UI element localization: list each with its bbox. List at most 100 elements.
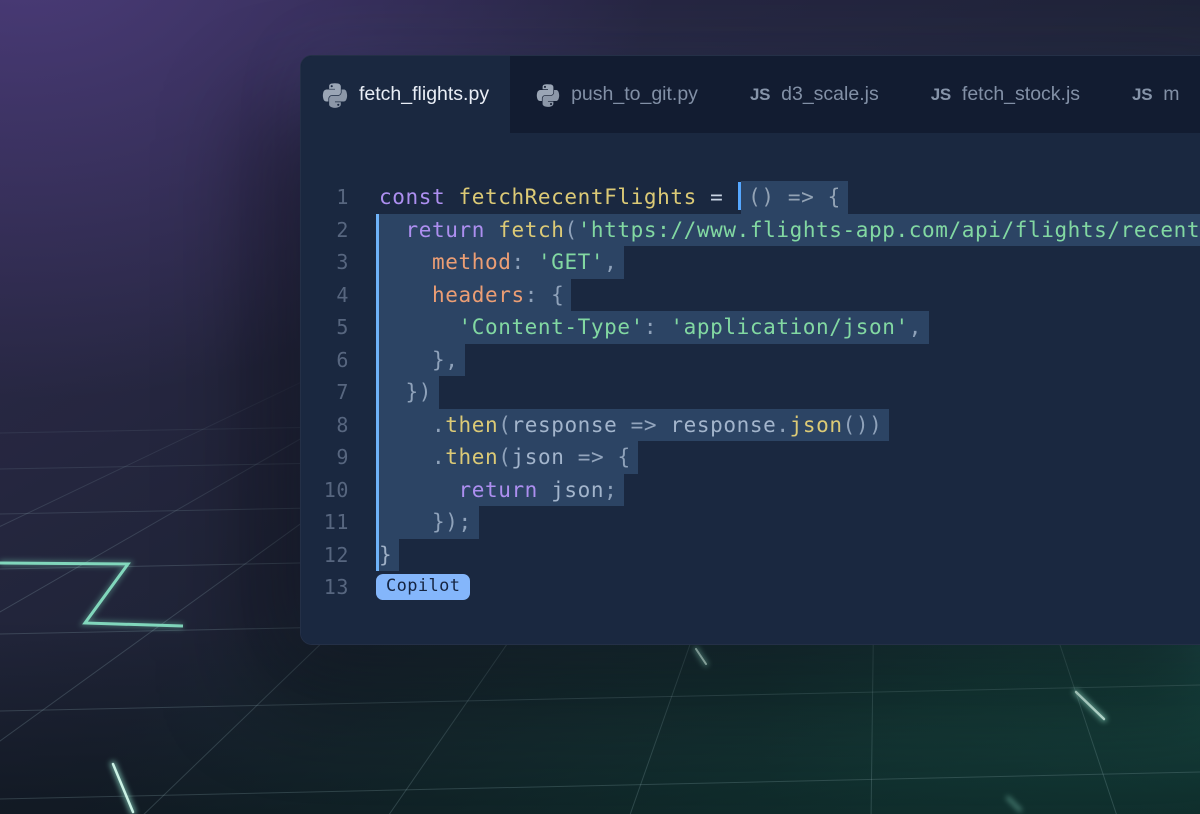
code-line[interactable]: 3 method: 'GET', xyxy=(301,246,1200,279)
suggestion-highlight: return fetch('https://www.flights-app.co… xyxy=(376,214,1200,247)
line-number: 11 xyxy=(301,506,349,539)
code-token xyxy=(723,185,736,209)
code-token: ; xyxy=(604,478,617,502)
line-number: 6 xyxy=(301,344,349,377)
tab-label: push_to_git.py xyxy=(571,83,698,106)
code-line[interactable]: 12} xyxy=(301,539,1200,572)
code-token xyxy=(657,413,670,437)
code-token xyxy=(564,445,577,469)
code-token: return xyxy=(458,478,537,502)
suggestion-highlight: }, xyxy=(376,344,465,377)
line-number: 1 xyxy=(301,181,349,214)
code-line[interactable]: 2 return fetch('https://www.flights-app.… xyxy=(301,214,1200,247)
suggestion-highlight: } xyxy=(376,539,399,572)
code-token xyxy=(604,445,617,469)
code-token xyxy=(538,478,551,502)
code-token: fetch xyxy=(498,218,564,242)
code-token xyxy=(485,218,498,242)
code-text: 'Content-Type': 'application/json', xyxy=(349,311,1200,344)
code-text: }) xyxy=(349,376,1200,409)
code-editor-window: fetch_flights.pypush_to_git.pyJSd3_scale… xyxy=(300,55,1200,645)
code-token: , xyxy=(909,315,922,339)
code-text: const fetchRecentFlights = () => { xyxy=(349,181,1200,214)
code-token: => xyxy=(578,445,605,469)
code-line[interactable]: 11 }); xyxy=(301,506,1200,539)
tab-fetch-stock-js[interactable]: JSfetch_stock.js xyxy=(905,56,1106,133)
suggestion-highlight: headers: { xyxy=(376,279,571,312)
code-token: ()) xyxy=(843,413,883,437)
code-token: return xyxy=(406,218,485,242)
code-line[interactable]: 7 }) xyxy=(301,376,1200,409)
code-token: { xyxy=(617,445,630,469)
code-line[interactable]: 1const fetchRecentFlights = () => { xyxy=(301,181,1200,214)
copilot-badge: Copilot xyxy=(376,574,470,600)
code-token: response xyxy=(511,413,617,437)
line-number: 12 xyxy=(301,539,349,572)
code-line[interactable]: 8 .then(response => response.json()) xyxy=(301,409,1200,442)
code-token: () => { xyxy=(748,185,841,209)
tab-d3-scale-js[interactable]: JSd3_scale.js xyxy=(724,56,905,133)
code-line[interactable]: 10 return json; xyxy=(301,474,1200,507)
line-number: 2 xyxy=(301,214,349,247)
suggestion-highlight: .then(json => { xyxy=(376,441,638,474)
desktop-background: fetch_flights.pypush_to_git.pyJSd3_scale… xyxy=(0,0,1200,814)
tab-push-to-git-py[interactable]: push_to_git.py xyxy=(510,56,724,133)
code-token xyxy=(379,380,406,404)
code-line[interactable]: 9 .then(json => { xyxy=(301,441,1200,474)
code-text: }); xyxy=(349,506,1200,539)
code-token: ( xyxy=(564,218,577,242)
code-area[interactable]: 1const fetchRecentFlights = () => {2 ret… xyxy=(301,133,1200,645)
code-line[interactable]: 13 Copilot xyxy=(301,571,1200,604)
code-token xyxy=(379,478,458,502)
code-token xyxy=(379,348,432,372)
tab-label: d3_scale.js xyxy=(781,83,879,106)
suggestion-highlight: 'Content-Type': 'application/json', xyxy=(376,311,929,344)
code-token: => xyxy=(631,413,658,437)
line-number: 13 xyxy=(301,571,349,604)
code-token xyxy=(379,510,432,534)
line-number: 9 xyxy=(301,441,349,474)
tab-bar: fetch_flights.pypush_to_git.pyJSd3_scale… xyxy=(301,56,1200,133)
line-number: 4 xyxy=(301,279,349,312)
python-icon xyxy=(322,82,348,108)
tab-label: fetch_stock.js xyxy=(962,83,1080,106)
code-token: : xyxy=(511,250,538,274)
code-token: . xyxy=(776,413,789,437)
python-icon xyxy=(536,83,560,107)
code-token: headers xyxy=(432,283,525,307)
code-token xyxy=(445,185,458,209)
code-token: method xyxy=(432,250,511,274)
code-token: json xyxy=(790,413,843,437)
code-token: json xyxy=(511,445,564,469)
code-token: , xyxy=(604,250,617,274)
code-token: : { xyxy=(525,283,565,307)
code-token xyxy=(697,185,710,209)
code-text: } xyxy=(349,539,1200,572)
code-line[interactable]: 5 'Content-Type': 'application/json', xyxy=(301,311,1200,344)
line-number: 10 xyxy=(301,474,349,507)
code-token: ( xyxy=(498,413,511,437)
code-text: Copilot xyxy=(349,571,1200,604)
code-token: ( xyxy=(498,445,511,469)
code-line[interactable]: 4 headers: { xyxy=(301,279,1200,312)
code-token xyxy=(379,283,432,307)
code-token: . xyxy=(432,445,445,469)
tab-m[interactable]: JSm xyxy=(1106,56,1200,133)
line-number: 5 xyxy=(301,311,349,344)
code-token xyxy=(617,413,630,437)
code-token: then xyxy=(445,413,498,437)
code-text: method: 'GET', xyxy=(349,246,1200,279)
code-token: json xyxy=(551,478,604,502)
suggestion-highlight: }); xyxy=(376,506,479,539)
line-number: 8 xyxy=(301,409,349,442)
tab-fetch-flights-py[interactable]: fetch_flights.py xyxy=(301,56,510,133)
code-token: 'application/json' xyxy=(670,315,908,339)
code-token: }); xyxy=(432,510,472,534)
code-text: .then(response => response.json()) xyxy=(349,409,1200,442)
code-line[interactable]: 6 }, xyxy=(301,344,1200,377)
code-token xyxy=(379,445,432,469)
suggestion-highlight: }) xyxy=(376,376,439,409)
javascript-icon: JS xyxy=(1132,85,1152,105)
line-number: 7 xyxy=(301,376,349,409)
code-token: 'GET' xyxy=(538,250,604,274)
